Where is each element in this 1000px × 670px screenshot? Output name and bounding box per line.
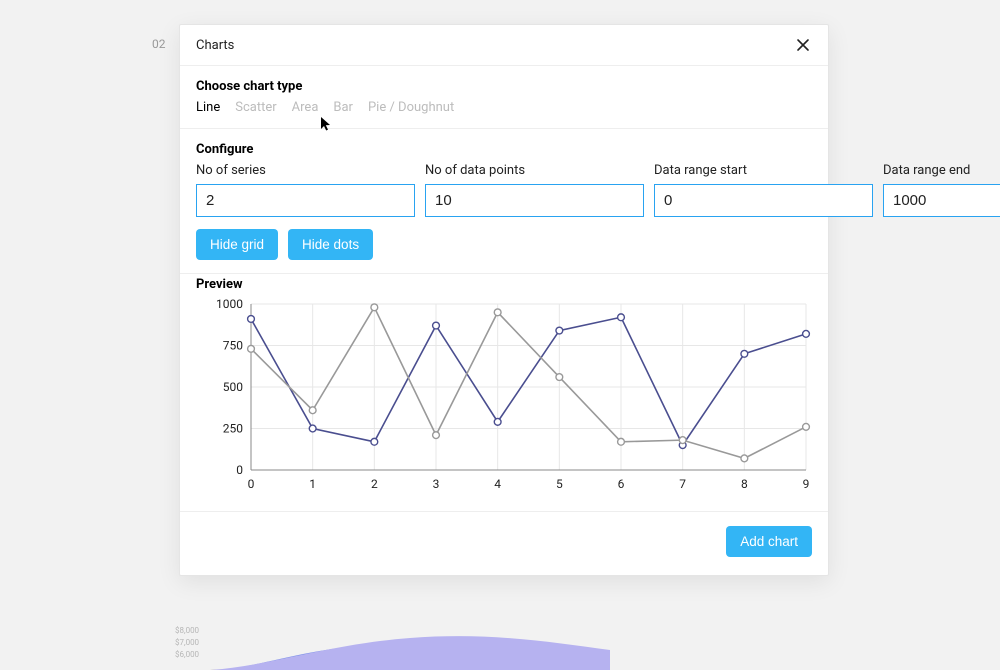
background-stacked-chart: $8,000 $7,000 $6,000 — [170, 620, 610, 670]
data-range-start-input[interactable] — [654, 184, 873, 217]
svg-text:250: 250 — [223, 422, 243, 436]
field-label: Data range end — [883, 163, 1000, 178]
dialog-header: Charts — [180, 25, 828, 66]
preview-section: Preview 0 250 500 750 1000 0 1 2 3 4 5 6 7 8 9 — [180, 274, 828, 512]
configure-buttons-row: Hide grid Hide dots — [196, 229, 812, 260]
bg-stacked-layers — [210, 620, 610, 670]
svg-text:2: 2 — [371, 477, 378, 491]
svg-text:3: 3 — [433, 477, 440, 491]
tab-scatter[interactable]: Scatter — [235, 100, 276, 115]
preview-chart: 0 250 500 750 1000 0 1 2 3 4 5 6 7 8 9 — [196, 298, 816, 498]
bg-ytick: $8,000 — [175, 626, 199, 635]
field-no-of-series: No of series — [196, 163, 415, 217]
svg-text:6: 6 — [618, 477, 625, 491]
line-chart-svg: 0 250 500 750 1000 0 1 2 3 4 5 6 7 8 9 — [196, 298, 816, 498]
field-data-range-end: Data range end — [883, 163, 1000, 217]
svg-text:7: 7 — [679, 477, 686, 491]
svg-text:5: 5 — [556, 477, 563, 491]
hide-dots-button[interactable]: Hide dots — [288, 229, 373, 260]
chart-type-tabs: Line Scatter Area Bar Pie / Doughnut — [196, 100, 812, 115]
charts-dialog: Charts Choose chart type Line Scatter Ar… — [179, 24, 829, 576]
bg-ytick: $6,000 — [175, 650, 199, 659]
page-marker: 02 — [152, 37, 166, 51]
field-label: No of data points — [425, 163, 644, 178]
svg-text:4: 4 — [494, 477, 501, 491]
dialog-footer: Add chart — [180, 512, 828, 575]
tab-line[interactable]: Line — [196, 100, 220, 115]
svg-text:1: 1 — [309, 477, 316, 491]
dialog-title: Charts — [196, 38, 234, 53]
field-label: Data range start — [654, 163, 873, 178]
svg-text:8: 8 — [741, 477, 748, 491]
bg-ytick: $7,000 — [175, 638, 199, 647]
field-label: No of series — [196, 163, 415, 178]
no-of-series-input[interactable] — [196, 184, 415, 217]
field-data-range-start: Data range start — [654, 163, 873, 217]
chart-type-heading: Choose chart type — [196, 79, 812, 94]
tab-area[interactable]: Area — [292, 100, 319, 115]
tab-bar[interactable]: Bar — [333, 100, 353, 115]
field-no-of-data-points: No of data points — [425, 163, 644, 217]
tab-pie-doughnut[interactable]: Pie / Doughnut — [368, 100, 454, 115]
svg-text:0: 0 — [236, 463, 243, 477]
preview-heading: Preview — [196, 277, 812, 292]
svg-text:0: 0 — [248, 477, 255, 491]
svg-text:500: 500 — [223, 380, 243, 394]
close-button[interactable] — [794, 36, 812, 54]
configure-fields-row: No of series No of data points Data rang… — [196, 163, 812, 217]
configure-section: Configure No of series No of data points… — [180, 129, 828, 274]
no-of-data-points-input[interactable] — [425, 184, 644, 217]
svg-text:9: 9 — [803, 477, 810, 491]
configure-heading: Configure — [196, 142, 812, 157]
svg-text:750: 750 — [223, 339, 243, 353]
svg-text:1000: 1000 — [216, 298, 243, 311]
hide-grid-button[interactable]: Hide grid — [196, 229, 278, 260]
data-range-end-input[interactable] — [883, 184, 1000, 217]
add-chart-button[interactable]: Add chart — [726, 526, 812, 557]
chart-type-section: Choose chart type Line Scatter Area Bar … — [180, 66, 828, 129]
close-icon — [795, 37, 811, 53]
